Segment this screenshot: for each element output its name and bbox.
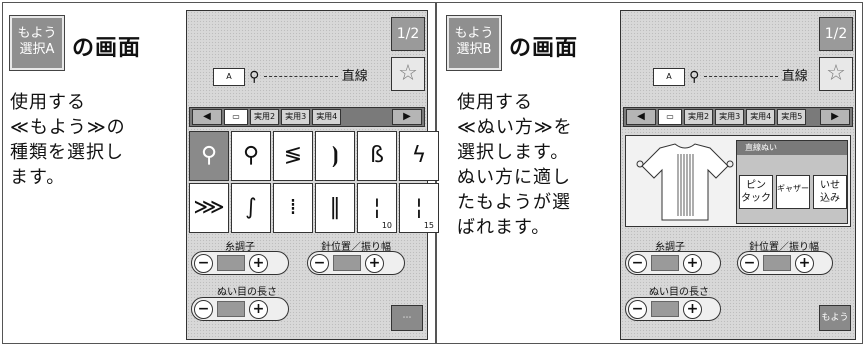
left-description: 使用する ≪もよう≫の 種類を選択し ます。 (10, 92, 126, 188)
tension-value (217, 255, 245, 271)
dash-line (703, 76, 778, 77)
plus-button[interactable]: + (683, 299, 702, 319)
stitch-cell[interactable]: ¦ 15 (399, 183, 439, 233)
stitch-length-label: ぬい目の長さ (217, 287, 277, 298)
right-lcd-screen: 1/2 ☆ A ⚲ 直線 ◀ ▭ 実用2 実用3 実用4 実用5 ▶ 直線ぬい … (620, 10, 856, 340)
stitch-mode-text: 直線 (781, 69, 808, 84)
minus-button[interactable]: − (310, 253, 329, 273)
plus-button[interactable]: + (249, 299, 268, 319)
needle-icon: ⚲ (249, 68, 260, 85)
stitch-length-stepper: − + (625, 297, 721, 321)
tab-practical-2[interactable]: 実用2 (250, 109, 280, 125)
pattern-button[interactable]: もよう (819, 305, 851, 331)
stitch-cell[interactable]: ⋙ (189, 183, 229, 233)
popup-title: 直線ぬい (737, 141, 847, 155)
stitch-number: 10 (381, 221, 392, 230)
right-heading: の画面 (509, 36, 579, 61)
stitch-mode-text: 直線 (341, 69, 368, 84)
minus-button[interactable]: − (194, 299, 213, 319)
stitch-cell[interactable]: ∫ (231, 183, 271, 233)
left-lcd-screen: 1/2 ☆ A ⚲ 直線 ◀ ▭ 実用2 実用3 実用4 ▶ ⚲ ⚲ ≶ ⦘ ß… (186, 10, 439, 340)
dash-line (263, 76, 338, 77)
minus-button[interactable]: − (194, 253, 213, 273)
tab-practical-5[interactable]: 実用5 (777, 109, 807, 125)
plus-button[interactable]: + (683, 253, 702, 273)
pattern-select-a-badge: もよう 選択A (9, 15, 65, 71)
length-value (651, 301, 679, 317)
stitch-mode-row: A ⚲ 直線 (653, 65, 808, 86)
pattern-select-b-badge: もよう 選択B (446, 15, 502, 71)
presser-foot-icon: A (653, 67, 685, 86)
tension-value (651, 255, 679, 271)
page-toggle-button[interactable]: 1/2 (819, 17, 853, 51)
tab-practical-3[interactable]: 実用3 (715, 109, 745, 125)
left-panel: もよう 選択A の画面 使用する ≪もよう≫の 種類を選択し ます。 1/2 ☆… (2, 2, 439, 344)
garment-illustration: 直線ぬい ピン タック ギャザー いせ 込み (625, 135, 851, 227)
stitch-number: 15 (423, 221, 434, 230)
ease-button[interactable]: いせ 込み (813, 175, 847, 209)
tab-practical-3[interactable]: 実用3 (281, 109, 311, 125)
tab-folder[interactable]: ▭ (658, 109, 682, 125)
favorite-star-button[interactable]: ☆ (391, 57, 425, 91)
blouse-icon (636, 143, 734, 221)
plus-button[interactable]: + (365, 253, 384, 273)
gather-button[interactable]: ギャザー (776, 175, 810, 209)
position-value (333, 255, 361, 271)
stitch-cell[interactable]: ‖ (315, 183, 355, 233)
right-description: 使用する ≪ぬい方≫を 選択します。 ぬい方に適し たもようが選 ばれます。 (457, 92, 573, 238)
page-toggle-button[interactable]: 1/2 (391, 17, 425, 51)
minus-button[interactable]: − (628, 253, 647, 273)
stitch-length-stepper: − + (191, 297, 289, 321)
needle-position-stepper: − + (307, 251, 405, 275)
stitch-cell[interactable]: ϟ (399, 131, 439, 181)
stitch-cell[interactable]: ¦ 10 (357, 183, 397, 233)
length-value (217, 301, 245, 317)
needle-position-stepper: − + (737, 251, 833, 275)
tab-practical-4[interactable]: 実用4 (312, 109, 342, 125)
right-panel: もよう 選択B の画面 使用する ≪ぬい方≫を 選択します。 ぬい方に適し たも… (437, 2, 863, 344)
tab-folder[interactable]: ▭ (224, 109, 248, 125)
position-value (763, 255, 791, 271)
minus-button[interactable]: − (740, 253, 759, 273)
stitch-cell[interactable]: ⚲ (189, 131, 229, 181)
thread-tension-stepper: − + (191, 251, 289, 275)
stitch-cell[interactable]: ß (357, 131, 397, 181)
stitch-grid: ⚲ ⚲ ≶ ⦘ ß ϟ ⋙ ∫ ⁞ ‖ ¦ 10 ¦ 15 (189, 131, 439, 233)
stitch-cell[interactable]: ⁞ (273, 183, 313, 233)
plus-button[interactable]: + (795, 253, 814, 273)
left-heading: の画面 (72, 36, 142, 61)
category-tab-bar: ◀ ▭ 実用2 実用3 実用4 実用5 ▶ (623, 107, 853, 127)
thread-tension-stepper: − + (625, 251, 721, 275)
stitch-cell[interactable]: ⦘ (315, 131, 355, 181)
needle-icon: ⚲ (689, 68, 700, 85)
tab-next-arrow[interactable]: ▶ (820, 109, 850, 125)
tab-next-arrow[interactable]: ▶ (392, 109, 422, 125)
minus-button[interactable]: − (628, 299, 647, 319)
stitch-length-label: ぬい目の長さ (649, 287, 709, 298)
favorite-star-button[interactable]: ☆ (819, 57, 853, 91)
stitch-cell[interactable]: ⚲ (231, 131, 271, 181)
stitch-mode-row: A ⚲ 直線 (213, 65, 368, 86)
pattern-button[interactable]: ⋯ (391, 305, 423, 331)
tab-practical-4[interactable]: 実用4 (746, 109, 776, 125)
stitch-cell[interactable]: ≶ (273, 131, 313, 181)
tab-prev-arrow[interactable]: ◀ (192, 109, 222, 125)
tab-prev-arrow[interactable]: ◀ (626, 109, 656, 125)
tab-practical-2[interactable]: 実用2 (684, 109, 714, 125)
pin-tuck-button[interactable]: ピン タック (739, 175, 773, 209)
category-tab-bar: ◀ ▭ 実用2 実用3 実用4 ▶ (189, 107, 425, 127)
plus-button[interactable]: + (249, 253, 268, 273)
presser-foot-icon: A (213, 67, 245, 86)
sewing-method-popup: 直線ぬい ピン タック ギャザー いせ 込み (736, 140, 848, 224)
